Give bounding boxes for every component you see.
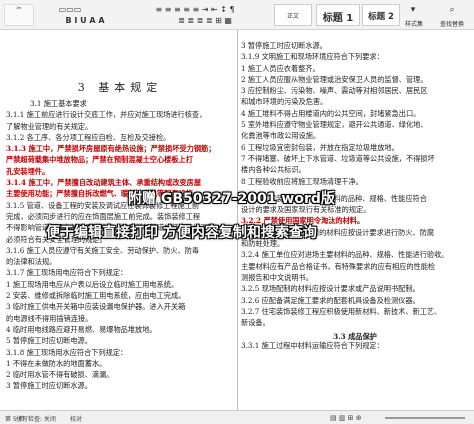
left-body-line: 5 暂停施工时应切断电源。 — [6, 336, 92, 346]
zoom-slider[interactable] — [385, 417, 465, 419]
right-body-line: 新设备。 — [241, 318, 270, 328]
left-body-line: 1 施工现场用电应从户表以后设立临时施工用电系统。 — [6, 279, 179, 289]
left-body-line: 孔安装埋件。 — [6, 166, 50, 176]
section-heading-right: 3.3 成品保护 — [333, 332, 377, 342]
left-body-line: 3 暂停施工时应切断水源。 — [6, 381, 92, 391]
section-heading: 3.1 施工基本要求 — [30, 99, 87, 108]
right-body-line: 主要材料应有产品合格证书，有特殊要求的应有相应的性能检 — [241, 261, 436, 271]
alignment-buttons[interactable]: ≣ ≣ ≣ ≣ ⊞ ▦ — [150, 16, 260, 25]
left-body-line: 了解物业管理的有关规定。 — [6, 121, 93, 131]
right-body-line: 3 应控制粉尘、污染物、噪声、震动等对相邻居民、居民区 — [241, 86, 428, 96]
overlay-bottom-text: 便于编辑直接打印 方便内容复制和搜索查询 — [46, 225, 317, 241]
style-normal[interactable]: 正文 — [274, 4, 312, 26]
right-body-line: 2 施工人员应服从物业管理或治安保卫人员的监督、管理。 — [241, 74, 428, 84]
right-body-line: 3 暂停施工时应切断水源。 — [241, 41, 327, 50]
find-icon[interactable]: ⌕ — [435, 5, 469, 15]
right-body-line: 5 室外堆料应遵守物业管理规定，避开公共通道、绿化地、 — [241, 120, 428, 130]
font-name-select[interactable]: ▭▭▭ — [40, 5, 100, 14]
status-bar: 第 5 页 拼写检查: 关闭 校对 ▤ ▥ ⊞ ⊕ — [0, 410, 474, 424]
left-body-line: 3.1.6 施工人员应遵守有关施工安全、劳动保护、防火、防毒 — [6, 245, 200, 255]
style-heading-1[interactable]: 标题 1 — [316, 4, 360, 26]
right-body-line: 1 施工人员应衣着整齐。 — [241, 63, 320, 73]
left-body-line: 2 临时用水管不得有破损、滴漏。 — [6, 370, 114, 380]
left-body-line: 的法律和法规。 — [6, 257, 57, 267]
right-body-line: 3.2.5 现场配制的材料应按设计要求或产品说明书配制。 — [241, 284, 420, 294]
left-body-line: 3.1.3 施工中，严禁损坏房屋原有绝热设施；严禁损坏受力钢筋； — [6, 144, 216, 154]
left-body: 3.1.1 施工前应进行设计交底工作，并应对施工现场进行核查， 了解物业管理的有关… — [6, 109, 234, 391]
page-divider — [237, 30, 238, 410]
right-body-top: 3 暂停施工时应切断水源。 3.1.9 文明施工和现场环境应符合下列要求： 1 施工… — [241, 40, 469, 187]
right-body-line: 测报告和中文说明书。 — [241, 272, 313, 282]
find-replace-label[interactable]: 查找替换 — [432, 19, 472, 28]
spell-check-status[interactable]: 拼写检查: 关闭 — [16, 414, 56, 423]
overlay-top-text: 附赠 GB50327-2001 word版 — [128, 191, 335, 207]
overlay-banner-top: 附赠 GB50327-2001 word版 — [128, 188, 335, 208]
right-body-line: 和城市环境的污染及危害。 — [241, 97, 328, 107]
right-body-line: 7 不得堵塞、破坏上下水管道、垃圾道等公共设施，不得损坏 — [241, 153, 435, 163]
right-body-line: 4 施工堆料不得占用楼道内的公共空间，封堵紧急出口。 — [241, 108, 421, 118]
proof-status[interactable]: 校对 — [70, 414, 82, 423]
right-body-bottom: 3.2.1 住宅装饰装修所用的材料的品种、规格、性能应符合 设计的要求及国家现行有… — [241, 193, 469, 329]
left-body-line: 完成，必须同步进行的应在饰面层施工前完成。装饰装修工程 — [6, 211, 201, 221]
left-body-line: 3.1.1 施工前应进行设计交底工作，并应对施工现场进行核查， — [6, 110, 207, 120]
font-format-buttons[interactable]: B I U A A — [40, 16, 130, 25]
left-body-line: 3.1.8 施工现场用水应符合下列规定： — [6, 347, 128, 357]
left-body-line: 3.1.7 施工现场用电应符合下列规定： — [6, 268, 128, 278]
left-body-line: 的电源线不得用插销连接。 — [6, 313, 93, 323]
ribbon-toolbar: ✂ ▭▭▭ B I U A A ≡ ≡ ≡ ≡ ≡ ⇥ ⇤ ↕ ¶ ≣ ≣ ≣ … — [0, 0, 474, 30]
styles-set-label: 样式集 — [404, 21, 423, 28]
right-body-line: 3.2.6 应配备满足施工要求的配套机具设备及检测仪器。 — [241, 295, 420, 305]
left-body-line: 2 安装、维修或拆除临时施工用电系统，应由电工完成。 — [6, 291, 186, 301]
style-heading-1-label: 标题 1 — [322, 13, 354, 24]
style-heading-2[interactable]: 标题 2 — [362, 4, 400, 26]
style-heading-2-label: 标题 2 — [368, 12, 394, 22]
right-last-line: 3.3.1 施工过程中材料运输应符合下列规定： — [241, 340, 384, 350]
view-mode-icons[interactable]: ▤ ▥ ⊞ ⊕ — [330, 414, 362, 422]
style-normal-label: 正文 — [286, 13, 299, 20]
right-body-line: 8 工程验收前应将施工现场清理干净。 — [241, 176, 363, 186]
left-body-line: 4 临时用电线路应避开易燃、易爆物品堆放地。 — [6, 324, 157, 334]
left-body-line: 3.1.4 施工中，严禁擅自改动建筑主体、承重结构或改变房屋 — [6, 178, 202, 188]
chapter-title: 3 基本规定 — [77, 82, 163, 94]
left-body-line: 3 临时施工供电开关箱中应装设漏电保护器。进入开关箱 — [6, 302, 186, 312]
left-body-line: 严禁超荷载集中堆放物品；严禁在预制混凝土空心楼板上打 — [6, 155, 193, 165]
right-body-line: 楼内各种公共标识。 — [241, 165, 306, 175]
left-body-line: 3.1.2 各工序、各分项工程应自检、互检及交接检。 — [6, 132, 171, 142]
left-body-line: 1 不得在未做防水的地面蓄水。 — [6, 358, 107, 368]
right-body-line: 3.2.4 施工单位应对进场主要材料的品种、规格、性能进行验收。 — [241, 250, 449, 260]
right-body-line: 3.1.9 文明施工和现场环境应符合下列要求： — [241, 52, 384, 62]
styles-set-icon[interactable]: ▾ — [403, 5, 423, 15]
format-painter-icon[interactable]: ✂ — [4, 4, 34, 26]
overlay-banner-bottom: 便于编辑直接打印 方便内容复制和搜索查询 — [46, 222, 317, 242]
right-body-line: 3.2.7 住宅装饰装修工程应积极使用新材料、新技术、新工艺、 — [241, 306, 442, 316]
right-body-line: 6 工程垃圾宜密封包装，并放在指定垃圾堆放地。 — [241, 142, 399, 152]
paragraph-buttons[interactable]: ≡ ≡ ≡ ≡ ≡ ⇥ ⇤ ↕ ¶ — [120, 5, 270, 14]
right-body-line: 化粪池等市政公用设施。 — [241, 131, 321, 141]
